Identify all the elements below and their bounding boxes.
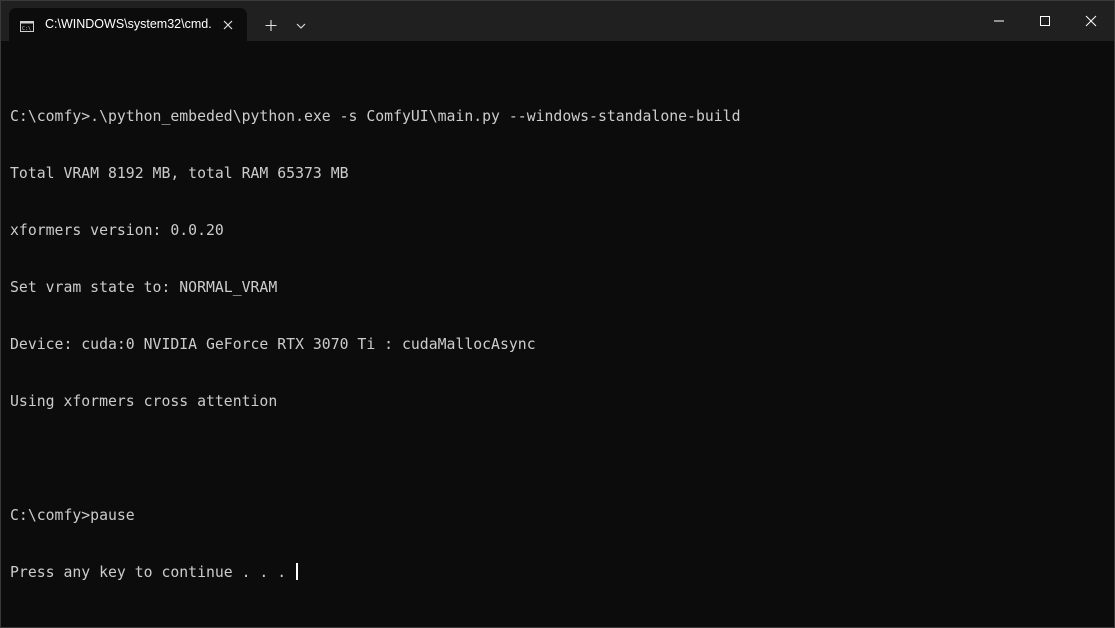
plus-icon: [265, 20, 277, 31]
minimize-button[interactable]: [976, 1, 1022, 41]
terminal-line: Press any key to continue . . .: [10, 563, 1114, 582]
terminal-window: C:\ C:\WINDOWS\system32\cmd. C:\comfy>.\…: [0, 0, 1115, 628]
terminal-line: xformers version: 0.0.20: [10, 222, 224, 239]
maximize-icon: [1040, 16, 1050, 26]
new-tab-button[interactable]: [260, 14, 282, 36]
title-bar[interactable]: C:\ C:\WINDOWS\system32\cmd.: [1, 1, 1114, 41]
maximize-button[interactable]: [1022, 1, 1068, 41]
minimize-icon: [994, 20, 1004, 22]
terminal-line: C:\comfy>.\python_embeded\python.exe -s …: [10, 108, 741, 125]
close-icon[interactable]: [221, 18, 235, 32]
terminal-line: C:\comfy>pause: [10, 507, 135, 524]
terminal-line: Using xformers cross attention: [10, 393, 278, 410]
chevron-down-icon: [296, 23, 306, 29]
svg-text:C:\: C:\: [22, 26, 31, 32]
tab-dropdown-button[interactable]: [291, 14, 311, 36]
tab-title: C:\WINDOWS\system32\cmd.: [45, 17, 212, 31]
tab-cmd[interactable]: C:\ C:\WINDOWS\system32\cmd.: [9, 8, 247, 41]
terminal-output[interactable]: C:\comfy>.\python_embeded\python.exe -s …: [10, 69, 1114, 627]
terminal-line: Total VRAM 8192 MB, total RAM 65373 MB: [10, 165, 349, 182]
terminal-line: Set vram state to: NORMAL_VRAM: [10, 279, 278, 296]
text-cursor: [296, 563, 299, 580]
cmd-icon: C:\: [20, 19, 34, 32]
close-icon: [1085, 15, 1097, 27]
close-window-button[interactable]: [1068, 1, 1114, 41]
prompt-text: Press any key to continue . . .: [10, 564, 296, 581]
terminal-line: Device: cuda:0 NVIDIA GeForce RTX 3070 T…: [10, 336, 536, 353]
